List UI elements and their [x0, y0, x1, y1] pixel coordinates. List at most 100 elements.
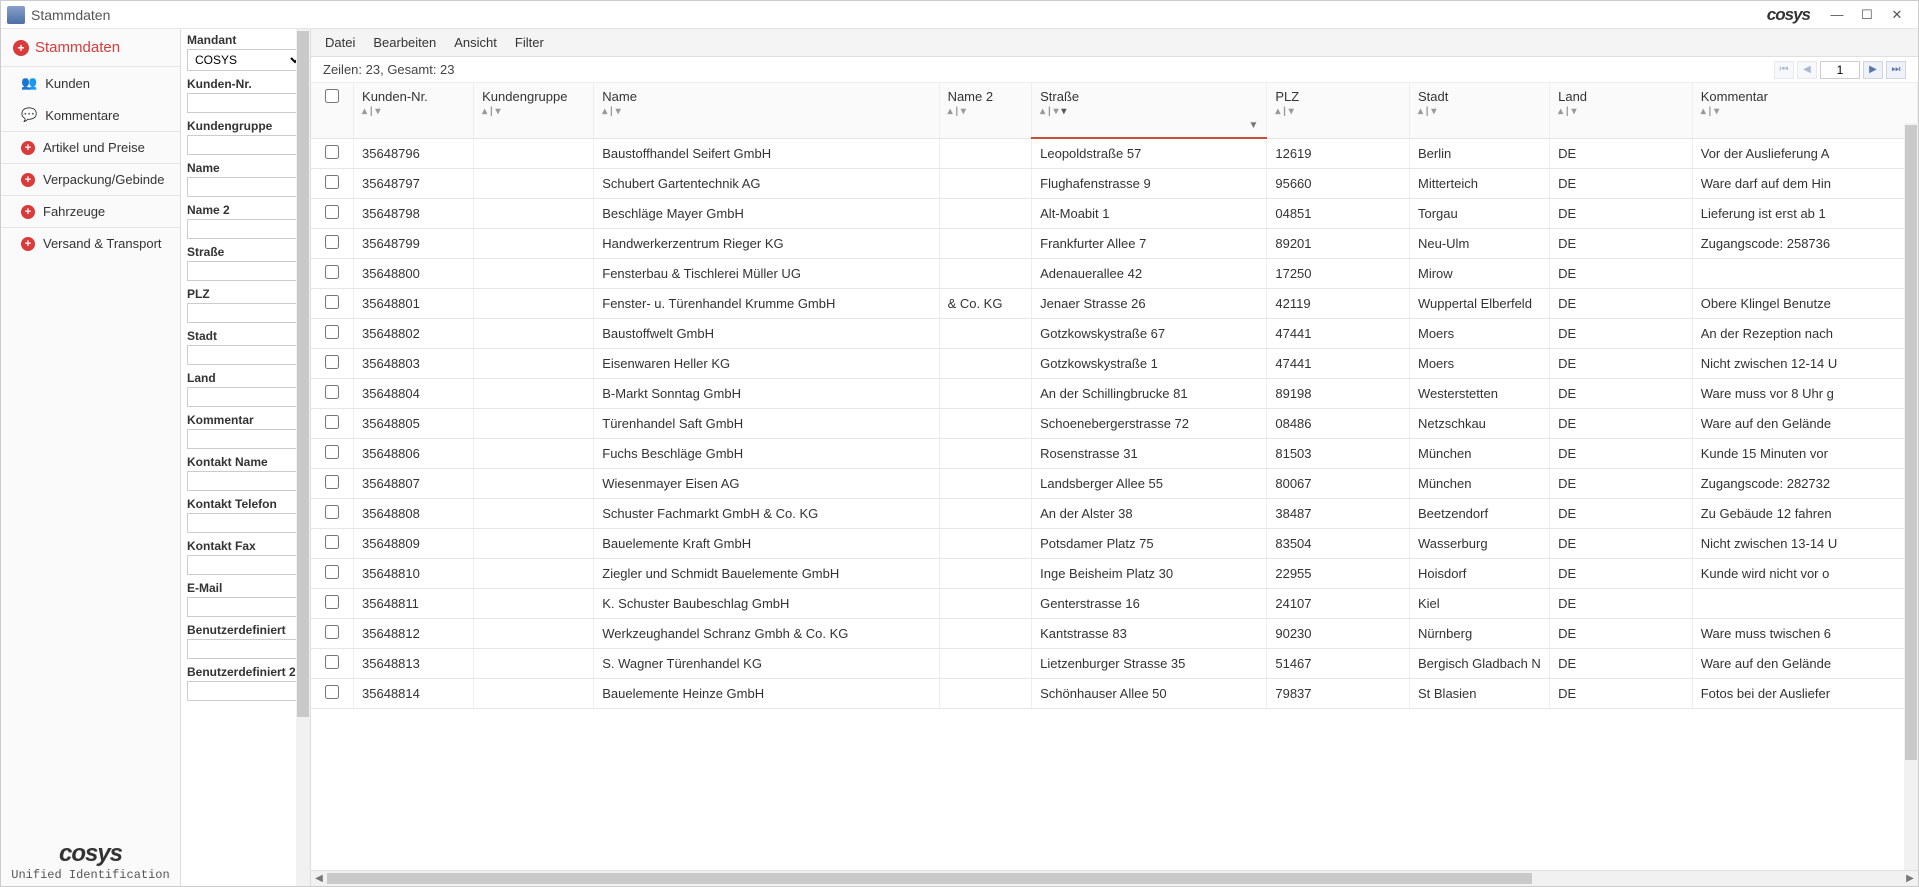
cell-check[interactable]	[311, 138, 354, 168]
row-checkbox[interactable]	[325, 595, 339, 609]
table-row[interactable]: 35648813S. Wagner Türenhandel KGLietzenb…	[311, 648, 1918, 678]
filter-input[interactable]	[187, 345, 304, 365]
table-row[interactable]: 35648804B-Markt Sonntag GmbHAn der Schil…	[311, 378, 1918, 408]
row-checkbox[interactable]	[325, 535, 339, 549]
cell-check[interactable]	[311, 678, 354, 708]
row-checkbox[interactable]	[325, 565, 339, 579]
table-row[interactable]: 35648803Eisenwaren Heller KGGotzkowskyst…	[311, 348, 1918, 378]
cell-check[interactable]	[311, 438, 354, 468]
table-row[interactable]: 35648808Schuster Fachmarkt GmbH & Co. KG…	[311, 498, 1918, 528]
row-checkbox[interactable]	[325, 445, 339, 459]
cell-check[interactable]	[311, 318, 354, 348]
table-row[interactable]: 35648811K. Schuster Baubeschlag GmbHGent…	[311, 588, 1918, 618]
column-header-city[interactable]: Stadt▴ | ▾	[1409, 83, 1549, 138]
table-row[interactable]: 35648799Handwerkerzentrum Rieger KGFrank…	[311, 228, 1918, 258]
maximize-button[interactable]: ☐	[1852, 4, 1882, 26]
row-checkbox[interactable]	[325, 295, 339, 309]
cell-check[interactable]	[311, 528, 354, 558]
cell-check[interactable]	[311, 348, 354, 378]
menu-bearbeiten[interactable]: Bearbeiten	[373, 35, 436, 50]
sort-icon[interactable]: ▴ | ▾	[1418, 106, 1541, 117]
scroll-left-icon[interactable]: ◀	[311, 871, 327, 886]
scroll-right-icon[interactable]: ▶	[1902, 871, 1918, 886]
filter-input[interactable]	[187, 387, 304, 407]
filter-input[interactable]	[187, 597, 304, 617]
filter-input[interactable]	[187, 93, 304, 113]
pager-first-button[interactable]: ⏮	[1774, 61, 1794, 79]
row-checkbox[interactable]	[325, 475, 339, 489]
pager-page-input[interactable]	[1820, 61, 1860, 79]
table-row[interactable]: 35648800Fensterbau & Tischlerei Müller U…	[311, 258, 1918, 288]
row-checkbox[interactable]	[325, 655, 339, 669]
cell-check[interactable]	[311, 198, 354, 228]
table-row[interactable]: 35648796Baustoffhandel Seifert GmbHLeopo…	[311, 138, 1918, 168]
cell-check[interactable]	[311, 258, 354, 288]
filter-input[interactable]	[187, 303, 304, 323]
row-checkbox[interactable]	[325, 415, 339, 429]
sidebar-item-kunden[interactable]: 👥 Kunden	[1, 67, 180, 99]
sidebar-item-kommentare[interactable]: 💬 Kommentare	[1, 99, 180, 131]
cell-check[interactable]	[311, 618, 354, 648]
column-header-group[interactable]: Kundengruppe▴ | ▾	[474, 83, 594, 138]
column-header-land[interactable]: Land▴ | ▾	[1550, 83, 1693, 138]
pager-prev-button[interactable]: ◀	[1797, 61, 1817, 79]
sidebar-item-versand[interactable]: + Versand & Transport	[1, 228, 180, 259]
menu-filter[interactable]: Filter	[515, 35, 544, 50]
cell-check[interactable]	[311, 408, 354, 438]
sidebar-item-fahrzeuge[interactable]: + Fahrzeuge	[1, 196, 180, 227]
table-vertical-scrollbar[interactable]	[1904, 123, 1918, 870]
mandant-select[interactable]: COSYS	[187, 49, 304, 71]
filter-input[interactable]	[187, 429, 304, 449]
filter-dropdown-icon[interactable]: ▼	[1248, 120, 1258, 131]
row-checkbox[interactable]	[325, 235, 339, 249]
sort-icon[interactable]: ▴ | ▾	[1040, 106, 1258, 117]
filter-input[interactable]	[187, 639, 304, 659]
cell-check[interactable]	[311, 288, 354, 318]
cell-check[interactable]	[311, 648, 354, 678]
filter-input[interactable]	[187, 219, 304, 239]
close-button[interactable]: ✕	[1882, 4, 1912, 26]
filter-input[interactable]	[187, 135, 304, 155]
sort-icon[interactable]: ▴ | ▾	[362, 106, 465, 117]
table-row[interactable]: 35648809Bauelemente Kraft GmbHPotsdamer …	[311, 528, 1918, 558]
sort-icon[interactable]: ▴ | ▾	[948, 106, 1024, 117]
table-row[interactable]: 35648802Baustoffwelt GmbHGotzkowskystraß…	[311, 318, 1918, 348]
column-header-street[interactable]: Straße▴ | ▾▼	[1032, 83, 1267, 138]
pager-last-button[interactable]: ⏭	[1886, 61, 1906, 79]
table-horizontal-scrollbar[interactable]: ◀ ▶	[311, 870, 1918, 886]
minimize-button[interactable]: —	[1822, 4, 1852, 26]
menu-ansicht[interactable]: Ansicht	[454, 35, 497, 50]
filter-scrollbar[interactable]	[296, 29, 310, 886]
column-header-kom[interactable]: Kommentar▴ | ▾	[1692, 83, 1917, 138]
table-row[interactable]: 35648797Schubert Gartentechnik AGFlughaf…	[311, 168, 1918, 198]
table-row[interactable]: 35648806Fuchs Beschläge GmbHRosenstrasse…	[311, 438, 1918, 468]
cell-check[interactable]	[311, 378, 354, 408]
table-row[interactable]: 35648812Werkzeughandel Schranz Gmbh & Co…	[311, 618, 1918, 648]
sidebar-header[interactable]: + Stammdaten	[1, 29, 180, 66]
row-checkbox[interactable]	[325, 625, 339, 639]
table-row[interactable]: 35648798Beschläge Mayer GmbHAlt-Moabit 1…	[311, 198, 1918, 228]
cell-check[interactable]	[311, 228, 354, 258]
row-checkbox[interactable]	[325, 325, 339, 339]
column-header-nr[interactable]: Kunden-Nr.▴ | ▾	[354, 83, 474, 138]
cell-check[interactable]	[311, 168, 354, 198]
row-checkbox[interactable]	[325, 505, 339, 519]
table-row[interactable]: 35648801Fenster- u. Türenhandel Krumme G…	[311, 288, 1918, 318]
row-checkbox[interactable]	[325, 145, 339, 159]
filter-input[interactable]	[187, 681, 304, 701]
menu-datei[interactable]: Datei	[325, 35, 355, 50]
row-checkbox[interactable]	[325, 175, 339, 189]
table-row[interactable]: 35648805Türenhandel Saft GmbHSchoeneberg…	[311, 408, 1918, 438]
table-row[interactable]: 35648810Ziegler und Schmidt Bauelemente …	[311, 558, 1918, 588]
sort-icon[interactable]: ▴ | ▾	[1275, 106, 1401, 117]
filter-input[interactable]	[187, 555, 304, 575]
sort-icon[interactable]: ▴ | ▾	[482, 106, 585, 117]
row-checkbox[interactable]	[325, 685, 339, 699]
sort-icon[interactable]: ▴ | ▾	[1701, 106, 1909, 117]
row-checkbox[interactable]	[325, 385, 339, 399]
row-checkbox[interactable]	[325, 205, 339, 219]
filter-input[interactable]	[187, 261, 304, 281]
column-header-plz[interactable]: PLZ▴ | ▾	[1267, 83, 1410, 138]
column-header-name2[interactable]: Name 2▴ | ▾	[939, 83, 1032, 138]
cell-check[interactable]	[311, 468, 354, 498]
